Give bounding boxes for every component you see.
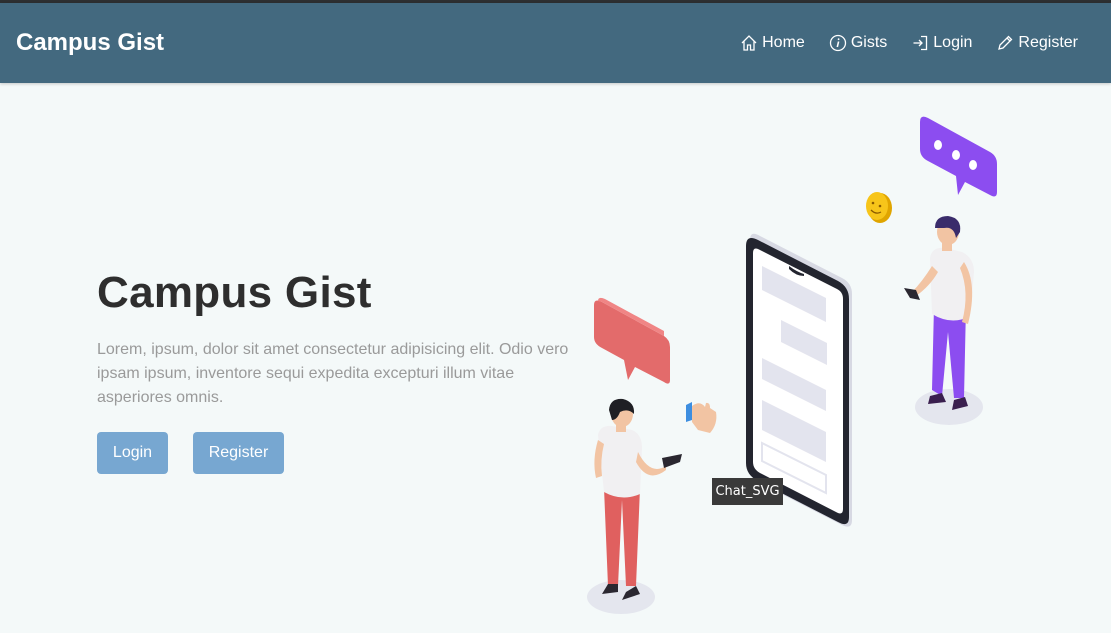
hero-description: Lorem, ipsum, dolor sit amet consectetur… — [97, 341, 569, 406]
nav-item-label: Register — [1018, 34, 1078, 51]
red-speech-bubble — [594, 297, 670, 384]
purple-speech-bubble — [920, 116, 997, 197]
login-button[interactable]: Login — [97, 432, 168, 474]
register-button[interactable]: Register — [193, 432, 284, 474]
info-icon — [829, 34, 847, 52]
nav-item-label: Gists — [850, 34, 888, 51]
login-icon — [911, 34, 929, 52]
floor-shadow — [587, 580, 655, 614]
home-icon — [740, 34, 758, 52]
nav-item-label: Home — [762, 34, 805, 51]
emoji-coin — [866, 192, 892, 223]
nav-item-register[interactable]: Register — [996, 34, 1078, 52]
nav-item-gists[interactable]: Gists — [829, 34, 887, 52]
thumbs-up-icon — [686, 402, 717, 433]
nav-item-label: Login — [933, 34, 973, 51]
pencil-icon — [996, 34, 1014, 52]
chat-illustration — [587, 116, 997, 614]
person-left — [594, 398, 682, 600]
nav-item-login[interactable]: Login — [911, 34, 972, 52]
nav-item-home[interactable]: Home — [740, 34, 805, 52]
navbar: Campus Gist Home Gists Login Register — [0, 3, 1111, 83]
person-right — [904, 216, 974, 410]
nav-menu: Home Gists Login Register — [716, 34, 1095, 52]
tooltip: Chat_SVG — [712, 478, 783, 505]
floor-shadow — [915, 389, 983, 425]
brand-logo[interactable]: Campus Gist — [16, 29, 164, 57]
hero-title: Campus Gist — [97, 268, 372, 317]
